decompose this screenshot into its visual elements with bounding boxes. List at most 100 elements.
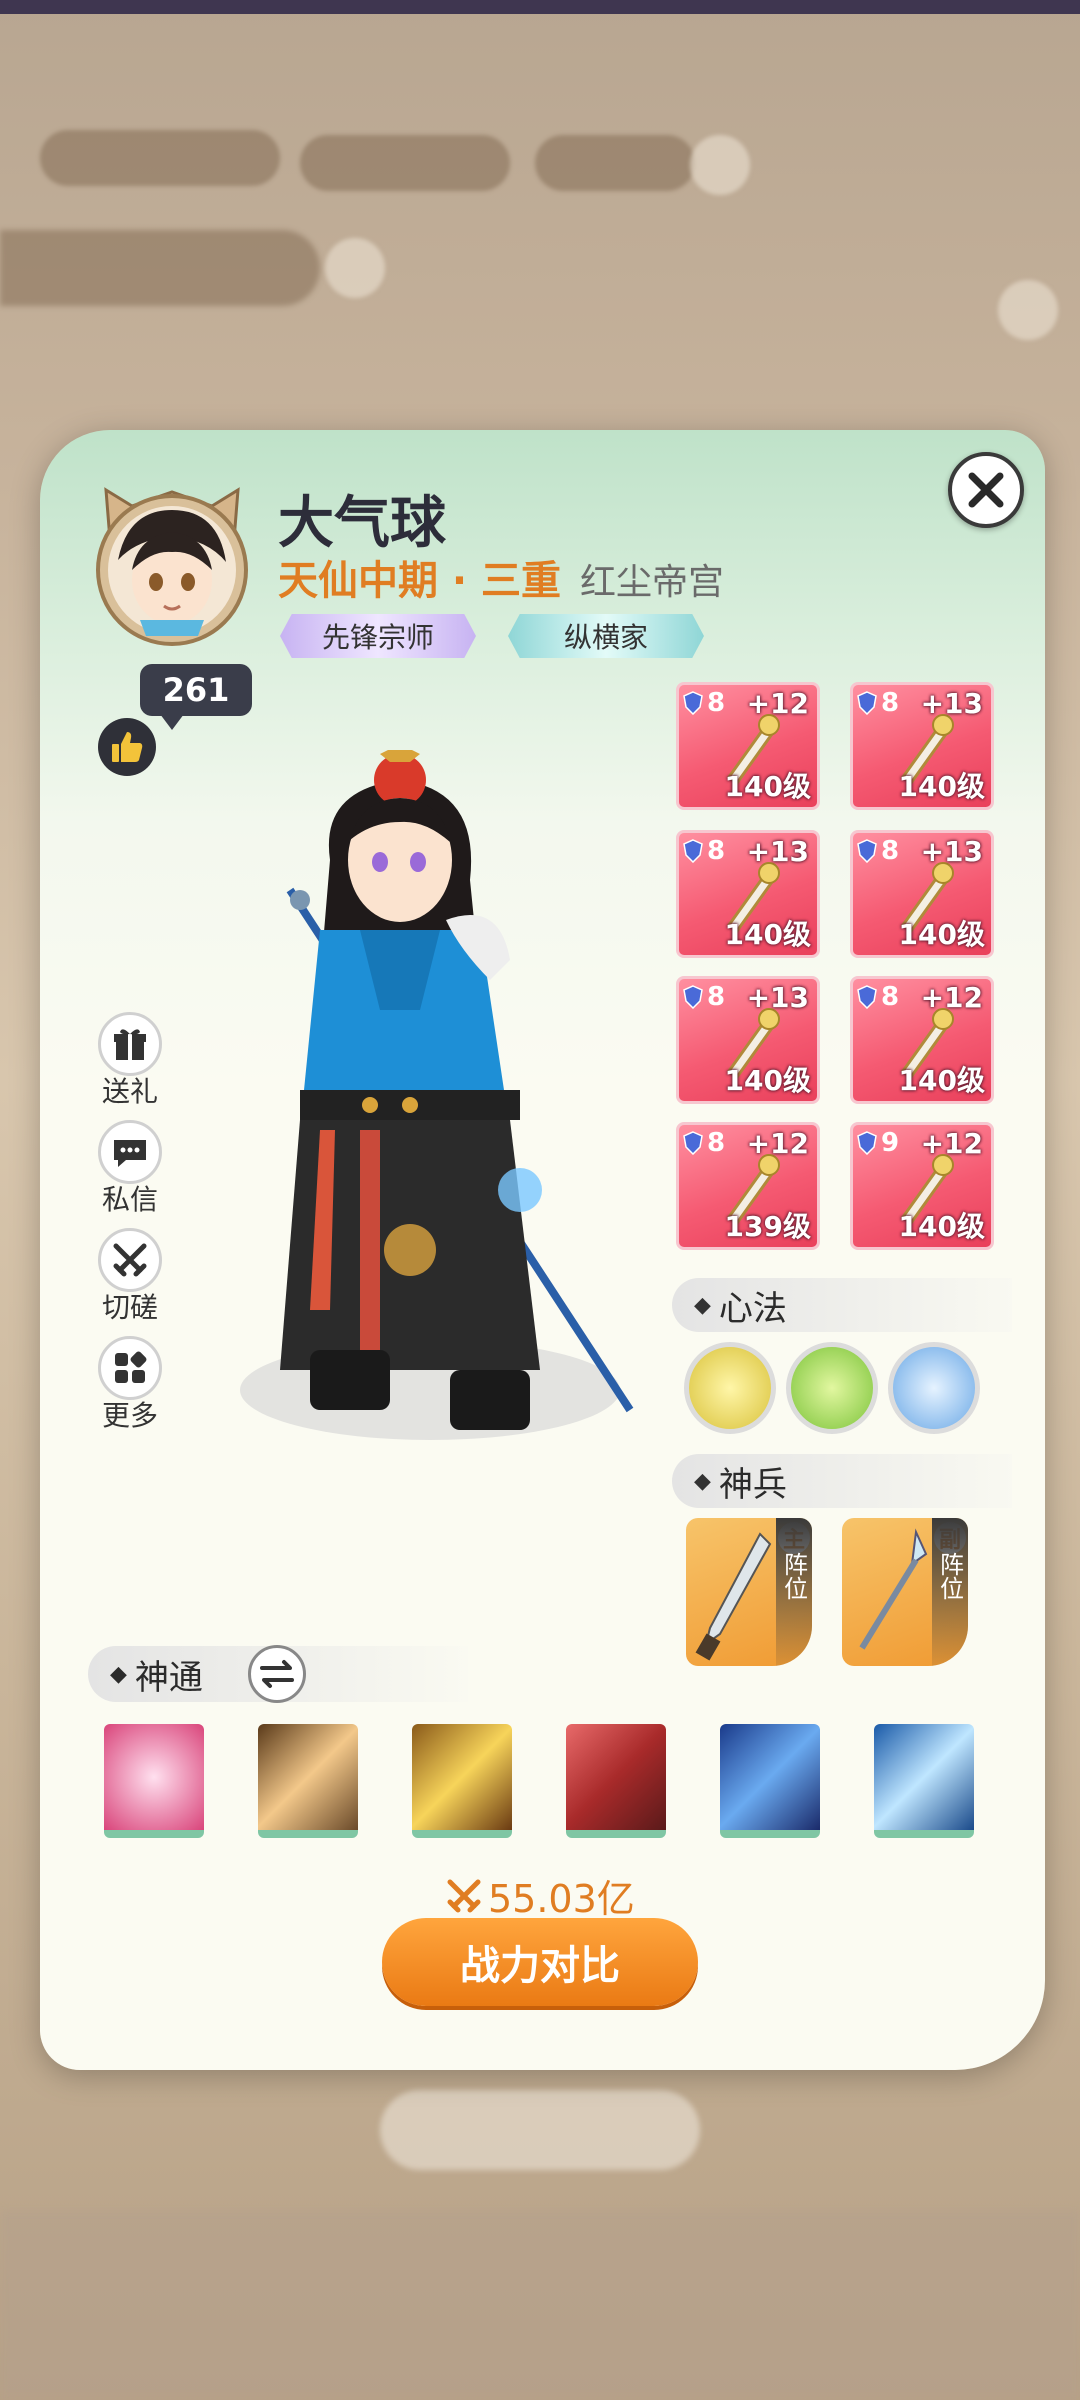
equipment-star-level: 8 (679, 1125, 731, 1161)
equipment-level: 140级 (898, 918, 985, 951)
likes-count: 261 (140, 664, 252, 730)
equipment-enhance: +13 (746, 835, 809, 868)
bg-resource-pill (535, 135, 695, 191)
bg-refresh-pill (380, 2090, 700, 2170)
blade-icon (695, 1532, 772, 1661)
equipment-slot-1[interactable]: 8 +12 140级 (676, 682, 820, 810)
equipment-star-level: 8 (853, 833, 905, 869)
equipment-level: 140级 (724, 918, 811, 951)
xinfa-slot-3[interactable] (888, 1342, 980, 1434)
skill-slot-2[interactable] (258, 1724, 358, 1838)
private-message-button[interactable]: 私信 (92, 1120, 168, 1218)
bg-resource-pill (40, 130, 280, 186)
private-message-label: 私信 (101, 1183, 158, 1216)
more-label: 更多 (101, 1399, 158, 1432)
equipment-stars: 8 (881, 688, 900, 718)
equipment-enhance: +12 (920, 1127, 983, 1160)
gift-label: 送礼 (101, 1075, 158, 1108)
gift-icon (98, 1012, 162, 1076)
bg-resource-pill (300, 135, 510, 191)
diamond-icon: ◆ (694, 1468, 711, 1494)
equipment-enhance: +13 (920, 687, 983, 720)
equipment-enhance: +13 (920, 835, 983, 868)
equipment-slot-7[interactable]: 8 +12 139级 (676, 1122, 820, 1250)
equipment-slot-6[interactable]: 8 +12 140级 (850, 976, 994, 1104)
equipment-stars: 8 (881, 836, 900, 866)
equipment-star-level: 8 (853, 979, 905, 1015)
close-button[interactable] (948, 452, 1024, 528)
equipment-stars: 8 (707, 1128, 726, 1158)
equipment-slot-8[interactable]: 9 +12 140级 (850, 1122, 994, 1250)
spear-icon (859, 1528, 928, 1650)
shield-icon (683, 839, 703, 863)
equipment-star-level: 8 (679, 833, 731, 869)
equipment-star-level: 8 (679, 979, 731, 1015)
shield-icon (683, 985, 703, 1009)
shield-icon (857, 1131, 877, 1155)
equipment-stars: 8 (707, 688, 726, 718)
shenbing-title: 神兵 (718, 1464, 787, 1505)
secondary-weapon-slot[interactable]: 副 阵位 (842, 1518, 968, 1666)
title-tag-vanguard[interactable]: 先锋宗师 (280, 614, 476, 658)
bg-add-icon (690, 135, 750, 195)
equipment-star-level: 9 (853, 1125, 905, 1161)
equipment-level: 140级 (898, 1064, 985, 1097)
equipment-level: 139级 (724, 1210, 811, 1243)
bg-bottom-nav (0, 2210, 1080, 2400)
equipment-level: 140级 (898, 1210, 985, 1243)
power-icon (447, 1879, 481, 1912)
bg-settings-icon (998, 280, 1058, 340)
duel-button[interactable]: 切磋 (92, 1228, 168, 1326)
close-icon (968, 472, 1004, 508)
xinfa-section-header: ◆ 心法 (672, 1278, 1012, 1332)
status-bar (0, 0, 1080, 14)
equipment-enhance: +12 (746, 1127, 809, 1160)
shield-icon (683, 1131, 703, 1155)
secondary-formation-label: 阵位 (932, 1518, 968, 1666)
skill-slot-6[interactable] (874, 1724, 974, 1838)
shield-icon (857, 691, 877, 715)
xinfa-slot-2[interactable] (786, 1342, 878, 1434)
xinfa-slot-1[interactable] (684, 1342, 776, 1434)
chat-icon (98, 1120, 162, 1184)
equipment-slot-3[interactable]: 8 +13 140级 (676, 830, 820, 958)
player-sect: 红尘帝宫 (580, 562, 725, 603)
shenbing-section-header: ◆ 神兵 (672, 1454, 1012, 1508)
equipment-level: 140级 (724, 1064, 811, 1097)
equipment-slot-4[interactable]: 8 +13 140级 (850, 830, 994, 958)
main-formation-label: 阵位 (776, 1518, 812, 1666)
shield-icon (857, 985, 877, 1009)
power-compare-button[interactable]: 战力对比 (382, 1918, 698, 2006)
combat-power: 55.03亿 (444, 1868, 635, 1923)
shield-icon (857, 839, 877, 863)
equipment-enhance: +12 (920, 981, 983, 1014)
swap-skill-set-button[interactable] (248, 1645, 306, 1703)
avatar[interactable] (88, 470, 256, 648)
skill-slot-3[interactable] (412, 1724, 512, 1838)
duel-label: 切磋 (101, 1291, 158, 1324)
equipment-enhance: +12 (746, 687, 809, 720)
equipment-star-level: 8 (679, 685, 731, 721)
like-button[interactable] (98, 718, 156, 776)
more-button[interactable]: 更多 (92, 1336, 168, 1434)
bg-title-banner (0, 230, 320, 306)
equipment-stars: 8 (881, 982, 900, 1012)
main-weapon-slot[interactable]: 主 阵位 (686, 1518, 812, 1666)
skill-slot-4[interactable] (566, 1724, 666, 1838)
crossed-swords-icon (98, 1228, 162, 1292)
character-model[interactable] (210, 744, 650, 1550)
diamond-icon: ◆ (694, 1292, 711, 1318)
more-grid-icon (98, 1336, 162, 1400)
equipment-slot-5[interactable]: 8 +13 140级 (676, 976, 820, 1104)
skill-slot-1[interactable] (104, 1724, 204, 1838)
equipment-level: 140级 (898, 770, 985, 803)
equipment-enhance: +13 (746, 981, 809, 1014)
thumbs-up-icon (112, 732, 143, 762)
title-tag-strategist[interactable]: 纵横家 (508, 614, 704, 658)
xinfa-title: 心法 (718, 1288, 787, 1329)
swap-arrows-icon (260, 1660, 294, 1688)
equipment-slot-2[interactable]: 8 +13 140级 (850, 682, 994, 810)
combat-power-value: 55.03亿 (488, 1877, 635, 1921)
skill-slot-5[interactable] (720, 1724, 820, 1838)
gift-button[interactable]: 送礼 (92, 1012, 168, 1110)
